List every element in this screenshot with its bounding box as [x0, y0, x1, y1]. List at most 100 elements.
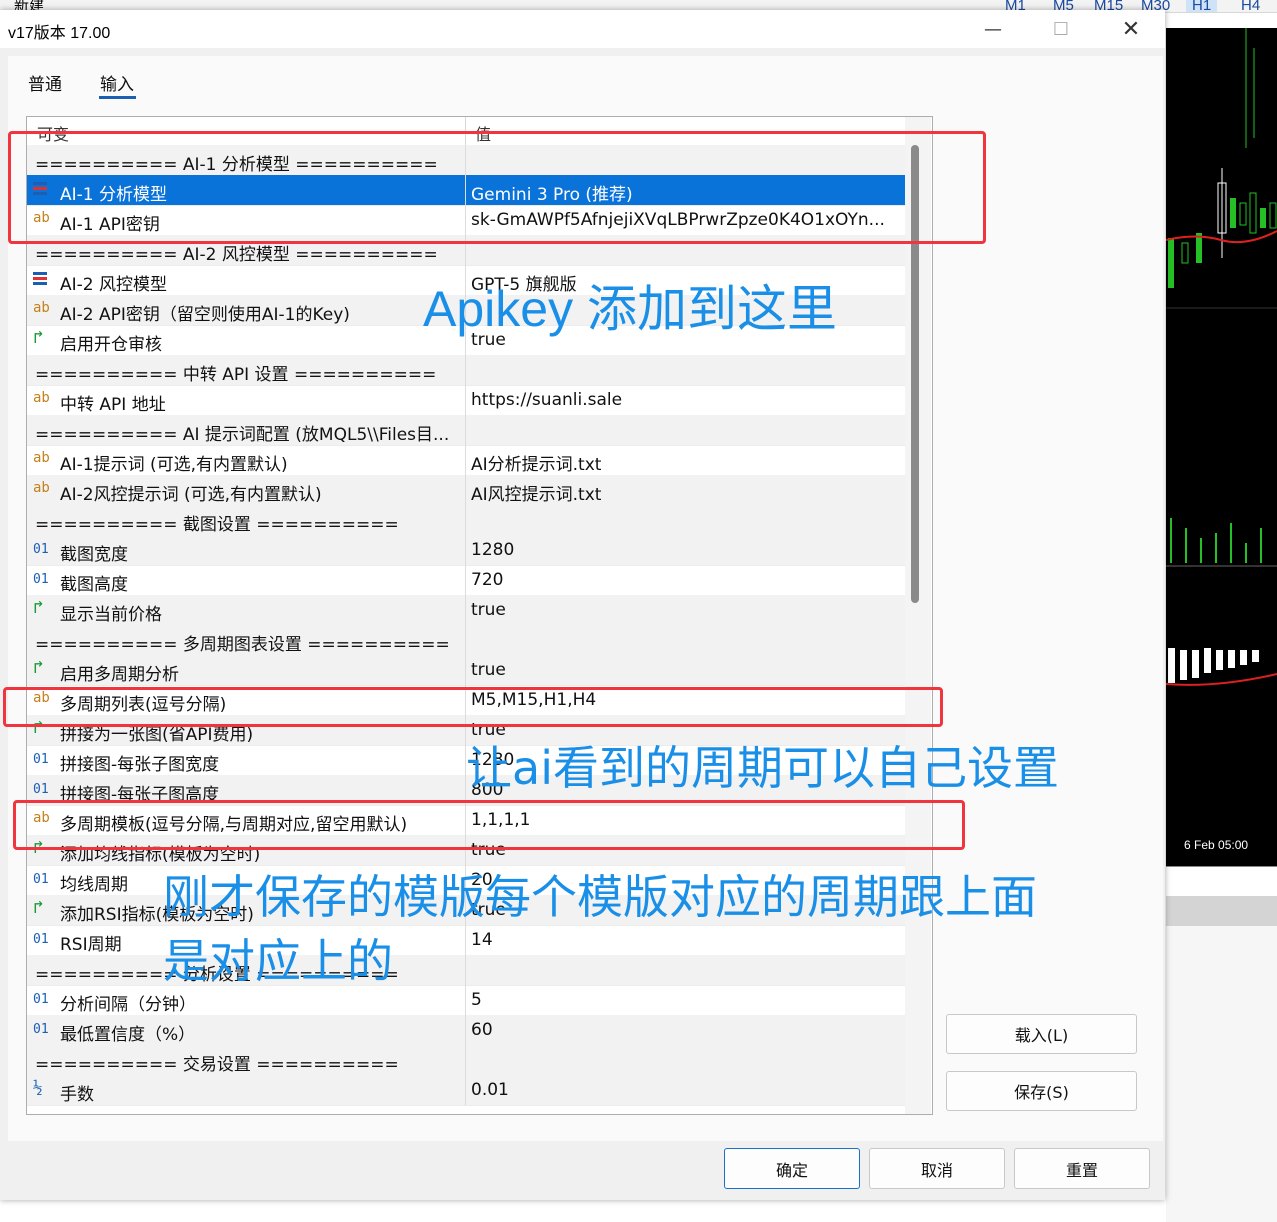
- grid-row[interactable]: 01 最低置信度（%） 60: [27, 1015, 905, 1046]
- cell-divider: [465, 535, 466, 565]
- grid-section-row[interactable]: ========== AI 提示词配置 (放MQL5\\Files目...: [27, 415, 905, 446]
- parameter-name: ========== 交易设置 ==========: [35, 1055, 399, 1075]
- parameter-name: ========== 截图设置 ==========: [35, 515, 399, 535]
- load-button[interactable]: 载入(L): [946, 1014, 1137, 1054]
- bool-type-icon: ↱: [33, 597, 44, 618]
- chart-scale-strip: [1166, 866, 1277, 897]
- grid-row[interactable]: ↱ 启用多周期分析 true: [27, 655, 905, 686]
- integer-type-icon: 01: [33, 752, 49, 767]
- parameter-name: 显示当前价格: [60, 605, 162, 625]
- save-button[interactable]: 保存(S): [946, 1071, 1137, 1111]
- parameter-value[interactable]: true: [471, 600, 901, 620]
- chart-time-label: 6 Feb 05:00: [1184, 838, 1249, 852]
- cell-divider: [465, 985, 466, 1015]
- timeframe-h1[interactable]: H1: [1186, 0, 1218, 12]
- cell-divider: [465, 505, 466, 535]
- maximize-icon: ☐: [1052, 18, 1070, 40]
- cell-divider: [465, 1075, 466, 1105]
- grid-section-row[interactable]: ========== 分析设置 ==========: [27, 955, 905, 986]
- parameter-name: AI-2 风控模型: [60, 275, 167, 295]
- grid-section-row[interactable]: ========== 交易设置 ==========: [27, 1045, 905, 1076]
- grid-row[interactable]: ab AI-2风控提示词 (可选,有内置默认) AI风控提示词.txt: [27, 475, 905, 506]
- cell-divider: [465, 415, 466, 445]
- grid-row[interactable]: ab AI-1提示词 (可选,有内置默认) AI分析提示词.txt: [27, 445, 905, 476]
- grid-row[interactable]: 01 截图高度 720: [27, 565, 905, 596]
- parameter-name: AI-2风控提示词 (可选,有内置默认): [60, 485, 322, 505]
- parameter-name: ========== 中转 API 设置 ==========: [35, 365, 437, 385]
- active-tab-indicator: [99, 96, 136, 99]
- grid-section-row[interactable]: ========== 中转 API 设置 ==========: [27, 355, 905, 386]
- parameter-value[interactable]: AI风控提示词.txt: [471, 480, 901, 505]
- dialog-titlebar[interactable]: v17版本 17.00 — ☐ ✕: [0, 10, 1165, 48]
- highlight-box-template: [13, 800, 965, 850]
- integer-type-icon: 01: [33, 932, 49, 947]
- grid-row[interactable]: 01 分析间隔（分钟） 5: [27, 985, 905, 1016]
- chart-canvas: [1166, 28, 1277, 686]
- terminal-background: [1166, 926, 1277, 1222]
- parameter-value[interactable]: 60: [471, 1020, 901, 1040]
- string-type-icon: ab: [33, 480, 50, 496]
- parameter-name: 截图宽度: [60, 545, 128, 565]
- bool-type-icon: ↱: [33, 897, 44, 918]
- annotation-period: 让ai看到的周期可以自己设置: [466, 741, 1059, 795]
- parameter-name: 最低置信度（%）: [60, 1025, 196, 1045]
- string-type-icon: ab: [33, 450, 50, 466]
- cell-divider: [465, 1045, 466, 1075]
- grid-row[interactable]: 01 截图宽度 1280: [27, 535, 905, 566]
- parameter-value[interactable]: 5: [471, 990, 901, 1010]
- highlight-box-ai1: [8, 131, 986, 244]
- minimize-icon[interactable]: —: [968, 14, 1018, 44]
- bool-type-icon: ↱: [33, 657, 44, 678]
- string-type-icon: ab: [33, 390, 50, 406]
- grid-row[interactable]: ab 中转 API 地址 https://suanli.sale: [27, 385, 905, 416]
- cell-divider: [465, 625, 466, 655]
- reset-button[interactable]: 重置: [1014, 1148, 1150, 1189]
- parameter-value[interactable]: true: [471, 660, 901, 680]
- integer-type-icon: 01: [33, 872, 49, 887]
- grid-row[interactable]: 01 RSI周期 14: [27, 925, 905, 956]
- cell-divider: [465, 355, 466, 385]
- enum-type-icon: [33, 272, 53, 292]
- close-icon[interactable]: ✕: [1106, 14, 1156, 44]
- parameter-name: 均线周期: [60, 875, 128, 895]
- highlight-box-period-list: [3, 687, 943, 727]
- parameter-name: RSI周期: [60, 935, 122, 955]
- grid-section-row[interactable]: ========== 多周期图表设置 ==========: [27, 625, 905, 656]
- parameter-value[interactable]: 14: [471, 930, 901, 950]
- parameter-value[interactable]: 0.01: [471, 1080, 901, 1100]
- tab-inputs[interactable]: 输入: [100, 70, 134, 95]
- integer-type-icon: 01: [33, 992, 49, 1007]
- grid-section-row[interactable]: ========== 截图设置 ==========: [27, 505, 905, 536]
- parameter-name: ========== 多周期图表设置 ==========: [35, 635, 450, 655]
- parameter-name: 手数: [60, 1085, 94, 1105]
- parameter-value[interactable]: 720: [471, 570, 901, 590]
- timeframe-h4[interactable]: H4: [1241, 0, 1260, 12]
- cell-divider: [465, 1015, 466, 1045]
- parameter-value[interactable]: https://suanli.sale: [471, 390, 901, 410]
- chart-tab-strip: [1166, 896, 1277, 926]
- integer-type-icon: 01: [33, 782, 49, 797]
- cell-divider: [465, 445, 466, 475]
- parameter-name: 启用多周期分析: [60, 665, 179, 685]
- parameter-name: AI-1提示词 (可选,有内置默认): [60, 455, 288, 475]
- cell-divider: [465, 595, 466, 625]
- integer-type-icon: 01: [33, 1022, 49, 1037]
- cell-divider: [465, 565, 466, 595]
- cell-divider: [465, 955, 466, 985]
- parameter-name: 截图高度: [60, 575, 128, 595]
- ok-button[interactable]: 确定: [724, 1148, 860, 1189]
- parameter-value[interactable]: 1280: [471, 540, 901, 560]
- cancel-button[interactable]: 取消: [869, 1148, 1005, 1189]
- cell-divider: [465, 925, 466, 955]
- parameter-name: 拼接图-每张子图宽度: [60, 755, 220, 775]
- grid-row[interactable]: ↱ 显示当前价格 true: [27, 595, 905, 626]
- tab-common[interactable]: 普通: [28, 70, 62, 95]
- parameter-name: 启用开仓审核: [60, 335, 162, 355]
- parameter-name: 中转 API 地址: [60, 395, 166, 415]
- parameter-value[interactable]: AI分析提示词.txt: [471, 450, 901, 475]
- price-chart[interactable]: 6 Feb 05:00: [1166, 28, 1277, 866]
- string-type-icon: ab: [33, 300, 50, 316]
- cell-divider: [465, 385, 466, 415]
- integer-type-icon: 01: [33, 572, 49, 587]
- grid-row[interactable]: ½ 手数 0.01: [27, 1075, 905, 1106]
